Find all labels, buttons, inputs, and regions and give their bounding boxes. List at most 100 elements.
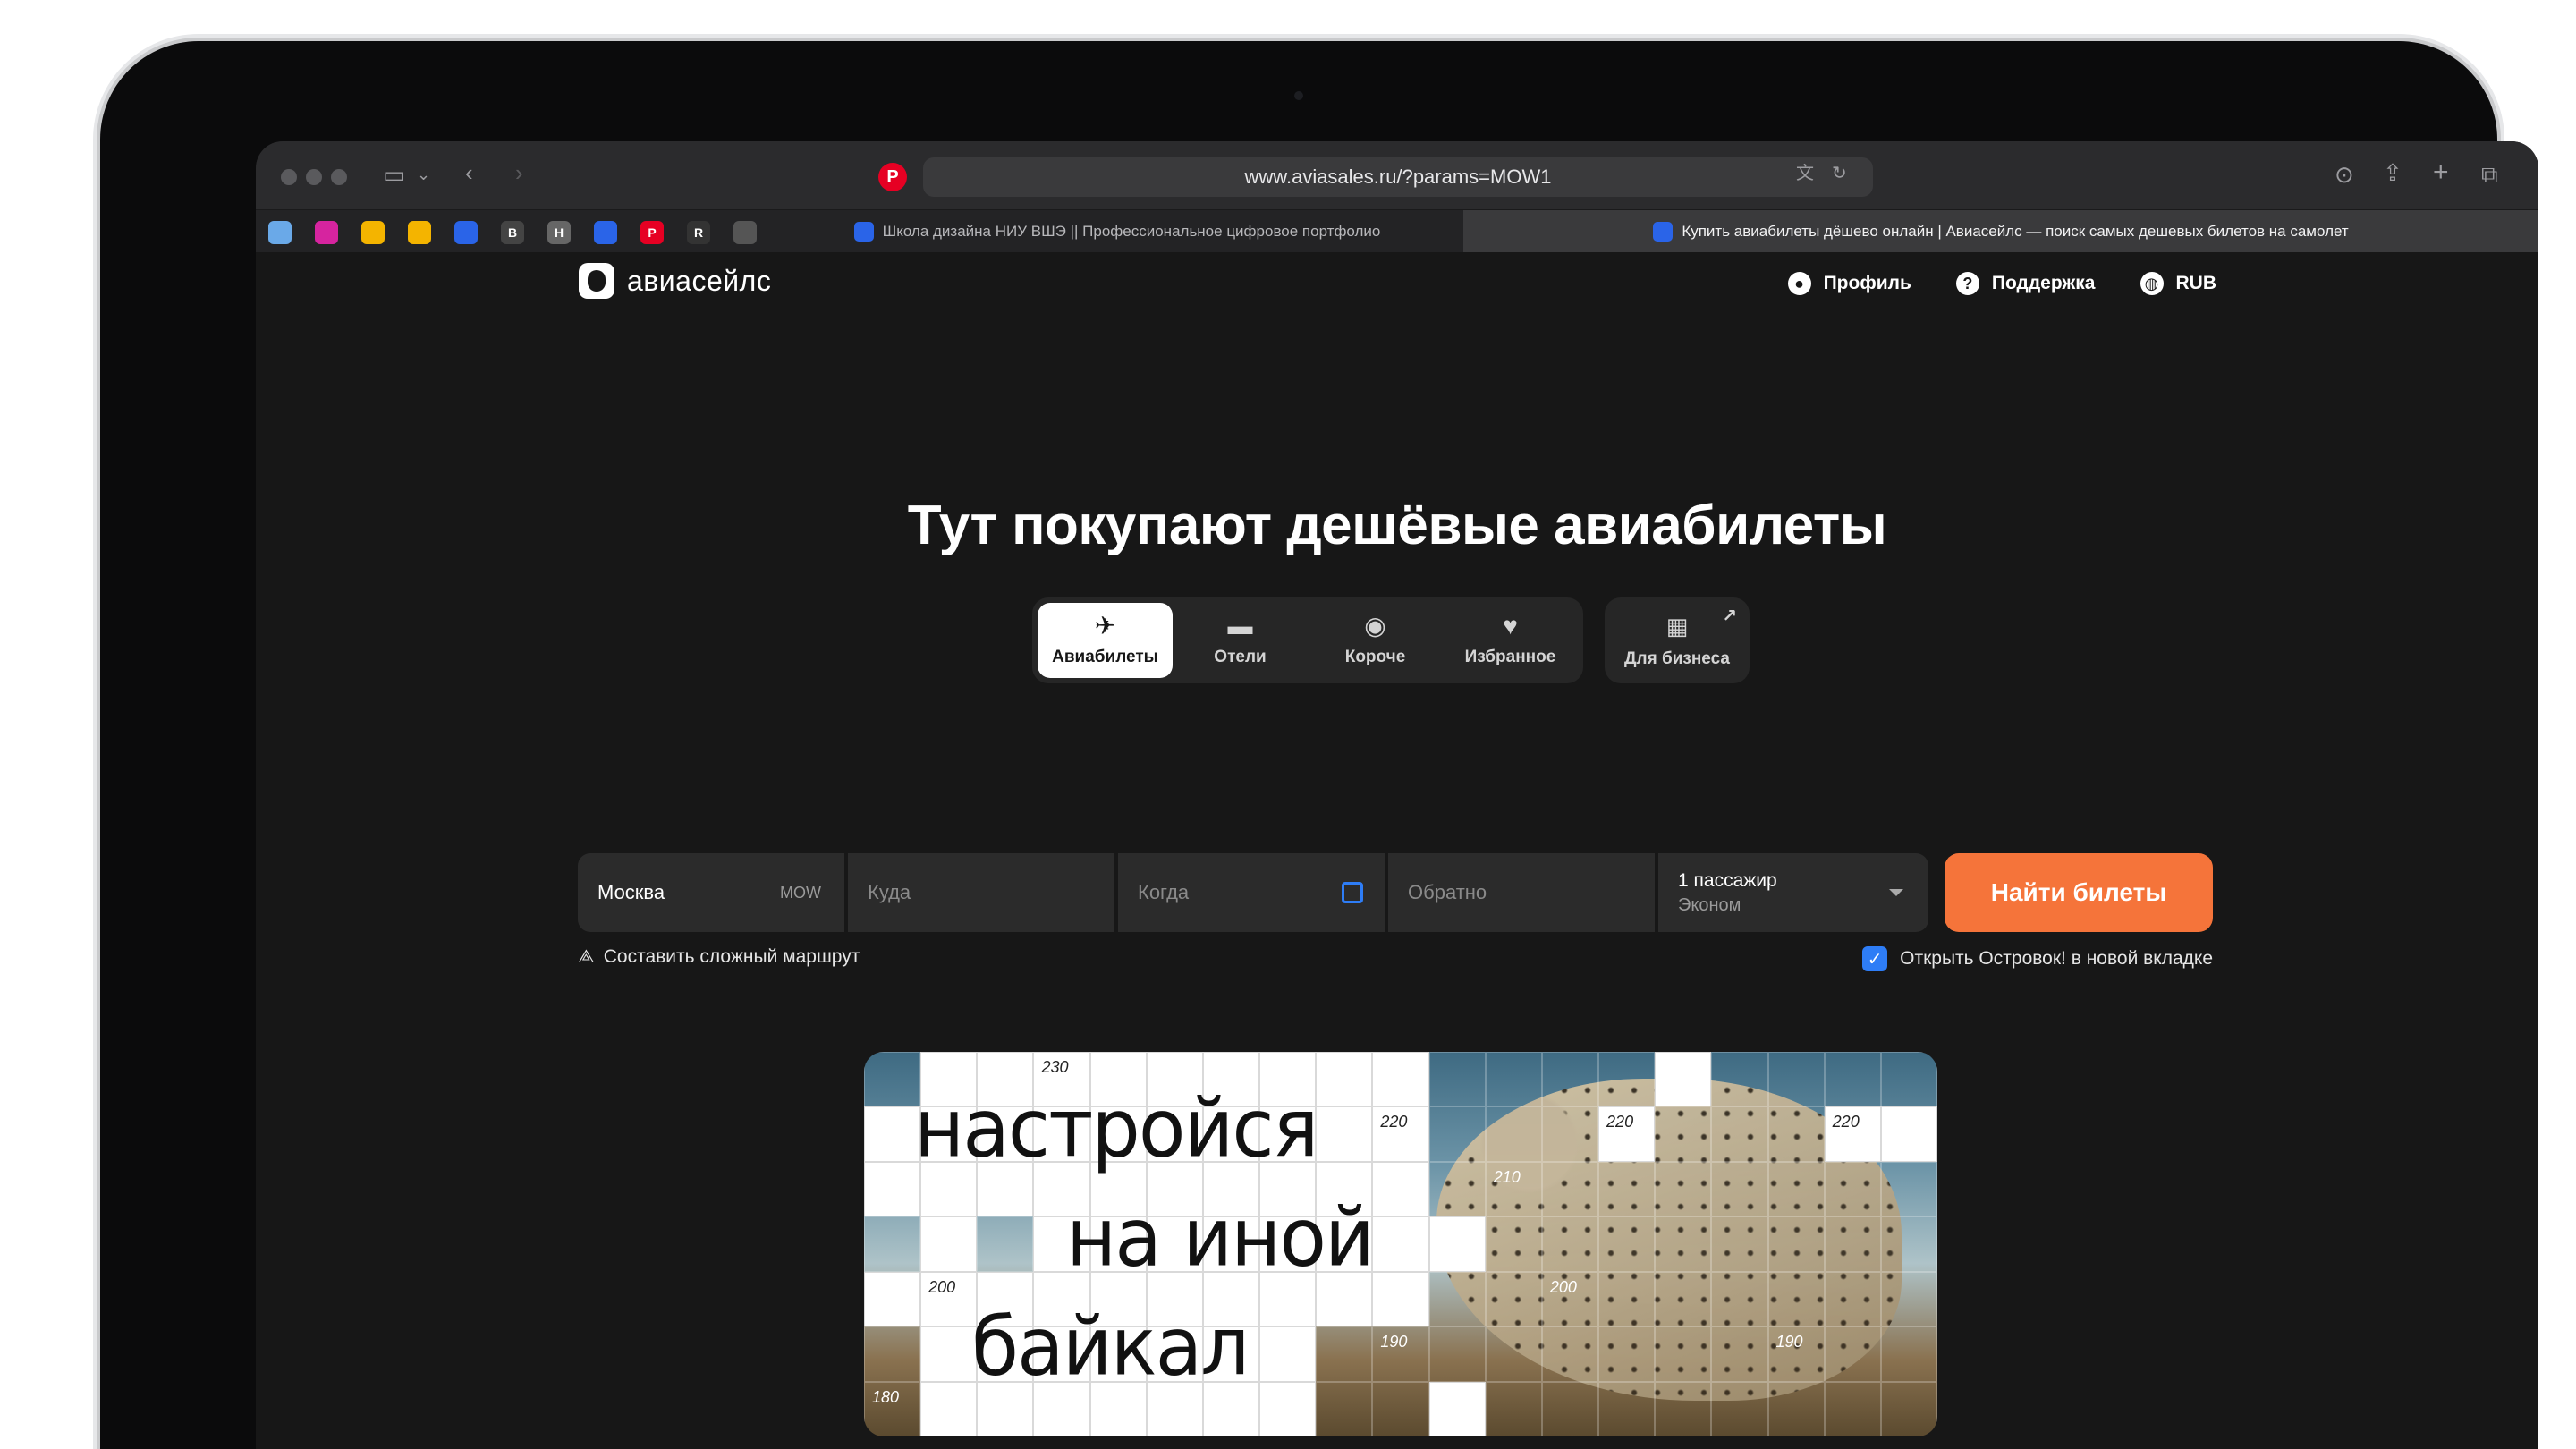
- briefcase-icon: ▦: [1665, 612, 1689, 640]
- tab-aviasales[interactable]: Купить авиабилеты дёшево онлайн | Авиасе…: [1463, 210, 2538, 253]
- grid-cell: [1372, 1161, 1429, 1217]
- tab-hse[interactable]: Школа дизайна НИУ ВШЭ || Профессионально…: [775, 210, 1460, 253]
- support-label: Поддержка: [1991, 273, 2096, 293]
- search-form: Москва MOW Куда Когда Обратно 1 пассажир…: [578, 853, 1936, 932]
- grid-cell: [1372, 1381, 1429, 1436]
- mail-icon[interactable]: [361, 221, 385, 244]
- grid-cell: [1485, 1052, 1542, 1107]
- grid-cell: [1824, 1216, 1881, 1272]
- ostrovok-option[interactable]: ✓ Открыть Островок! в новой вкладке: [1862, 946, 2213, 971]
- cabin-class: Эконом: [1678, 894, 1741, 915]
- grid-cell: [864, 1052, 921, 1107]
- depart-date-field[interactable]: Когда: [1118, 853, 1385, 932]
- tab-hotels[interactable]: ▬ Отели: [1173, 603, 1308, 678]
- ostrovok-checkbox[interactable]: ✓: [1862, 946, 1888, 971]
- grid-cell: [920, 1216, 978, 1272]
- forward-icon[interactable]: ›: [515, 161, 523, 184]
- close-window-button[interactable]: [281, 169, 297, 185]
- grid-cell: [1485, 1216, 1542, 1272]
- promo-banner[interactable]: 230 220 220 220 210 200 200 190 190 180 настройся…: [864, 1052, 1937, 1436]
- bookmark-icon[interactable]: [594, 221, 617, 244]
- cell-number: 180: [872, 1387, 900, 1406]
- tab-label: Авиабилеты: [1052, 648, 1158, 666]
- sidebar-toggle-icon[interactable]: ▭: [383, 163, 405, 186]
- origin-field[interactable]: Москва MOW: [578, 853, 844, 932]
- zoom-window-button[interactable]: [331, 169, 347, 185]
- ostrovok-label: Открыть Островок! в новой вкладке: [1900, 948, 2213, 969]
- browser-toolbar: ▭ ⌄ ‹ › P www.aviasales.ru/?params=MOW1 …: [256, 141, 2538, 209]
- grid-cell: [1428, 1216, 1486, 1272]
- bookmark-icon[interactable]: [733, 221, 757, 244]
- instagram-icon[interactable]: [315, 221, 338, 244]
- bookmark-icon[interactable]: B: [501, 221, 524, 244]
- grid-cell: [1767, 1052, 1825, 1107]
- pinterest-icon[interactable]: P: [878, 163, 907, 191]
- chevron-down-icon[interactable]: ⌄: [417, 166, 430, 182]
- pinterest-icon[interactable]: P: [640, 221, 664, 244]
- back-icon[interactable]: ‹: [465, 161, 473, 184]
- tab-favicon-icon: [1653, 222, 1674, 242]
- grid-cell: [1880, 1106, 1937, 1162]
- grid-cell: [1767, 1271, 1825, 1327]
- pin-icon: ◉: [1364, 612, 1386, 640]
- logo-icon: [579, 263, 614, 299]
- banner-line-3: байкал: [971, 1300, 1250, 1394]
- grid-cell: 190: [1372, 1326, 1429, 1382]
- cell-number: 210: [1493, 1167, 1521, 1186]
- grid-cell: [1767, 1381, 1825, 1436]
- minimize-window-button[interactable]: [306, 169, 322, 185]
- logo[interactable]: авиасейлс: [579, 263, 771, 299]
- passengers-select[interactable]: 1 пассажир Эконом: [1658, 853, 1928, 932]
- new-tab-icon[interactable]: +: [2433, 159, 2449, 186]
- downloads-icon[interactable]: ⊙: [2334, 163, 2354, 186]
- grid-cell: [1598, 1271, 1656, 1327]
- grid-cell: [1485, 1381, 1542, 1436]
- help-icon: ?: [1955, 272, 1979, 295]
- logo-text: авиасейлс: [627, 264, 772, 297]
- bed-icon: ▬: [1227, 612, 1253, 640]
- tab-business[interactable]: ↗ ▦ Для бизнеса: [1605, 597, 1750, 683]
- bookmark-icon[interactable]: H: [547, 221, 571, 244]
- grid-cell: [1767, 1216, 1825, 1272]
- bookmark-icon[interactable]: [268, 221, 292, 244]
- chevron-down-icon: [1889, 889, 1903, 896]
- grid-cell: [1598, 1326, 1656, 1382]
- grid-cell: [977, 1216, 1034, 1272]
- bookmark-icon[interactable]: R: [687, 221, 710, 244]
- grid-cell: [1767, 1106, 1825, 1162]
- translate-icon[interactable]: 文: [1796, 165, 1814, 182]
- grid-cell: 220: [1598, 1106, 1656, 1162]
- grid-cell: 200: [920, 1271, 978, 1327]
- tab-short[interactable]: ◉ Короче: [1308, 603, 1443, 678]
- grid-cell: 210: [1485, 1161, 1542, 1217]
- grid-cell: [864, 1161, 921, 1217]
- cell-number: 190: [1380, 1333, 1408, 1352]
- share-icon[interactable]: ⇪: [2383, 161, 2402, 184]
- find-tickets-button[interactable]: Найти билеты: [1945, 853, 2213, 932]
- tab-overview-icon[interactable]: ⧉: [2481, 163, 2498, 186]
- mail-icon[interactable]: [408, 221, 431, 244]
- tab-label: Отели: [1214, 648, 1267, 666]
- complex-route-link[interactable]: ⟁ Составить сложный маршрут: [578, 946, 860, 968]
- address-bar[interactable]: www.aviasales.ru/?params=MOW1: [923, 157, 1873, 197]
- tab-favorites[interactable]: ♥ Избранное: [1443, 603, 1578, 678]
- route-icon: ⟁: [578, 946, 595, 967]
- grid-cell: [1824, 1052, 1881, 1107]
- grid-cell: [1259, 1381, 1317, 1436]
- profile-link[interactable]: ● Профиль: [1787, 272, 1911, 295]
- grid-cell: 200: [1541, 1271, 1599, 1327]
- destination-placeholder: Куда: [868, 881, 911, 903]
- destination-field[interactable]: Куда: [848, 853, 1114, 932]
- tab-flights[interactable]: ✈ Авиабилеты: [1038, 603, 1173, 678]
- bookmark-icon[interactable]: [454, 221, 478, 244]
- grid-cell: [1655, 1326, 1712, 1382]
- grid-cell: [1655, 1216, 1712, 1272]
- complex-route-label: Составить сложный маршрут: [603, 946, 860, 967]
- currency-link[interactable]: ◍ RUB: [2140, 272, 2216, 295]
- grid-cell: [1824, 1161, 1881, 1217]
- return-date-field[interactable]: Обратно: [1388, 853, 1655, 932]
- grid-cell: [1655, 1271, 1712, 1327]
- reload-icon[interactable]: ↻: [1832, 165, 1847, 182]
- support-link[interactable]: ? Поддержка: [1955, 272, 2096, 295]
- page: авиасейлс ● Профиль ? Поддержка ◍ RUB Ту…: [256, 252, 2538, 1449]
